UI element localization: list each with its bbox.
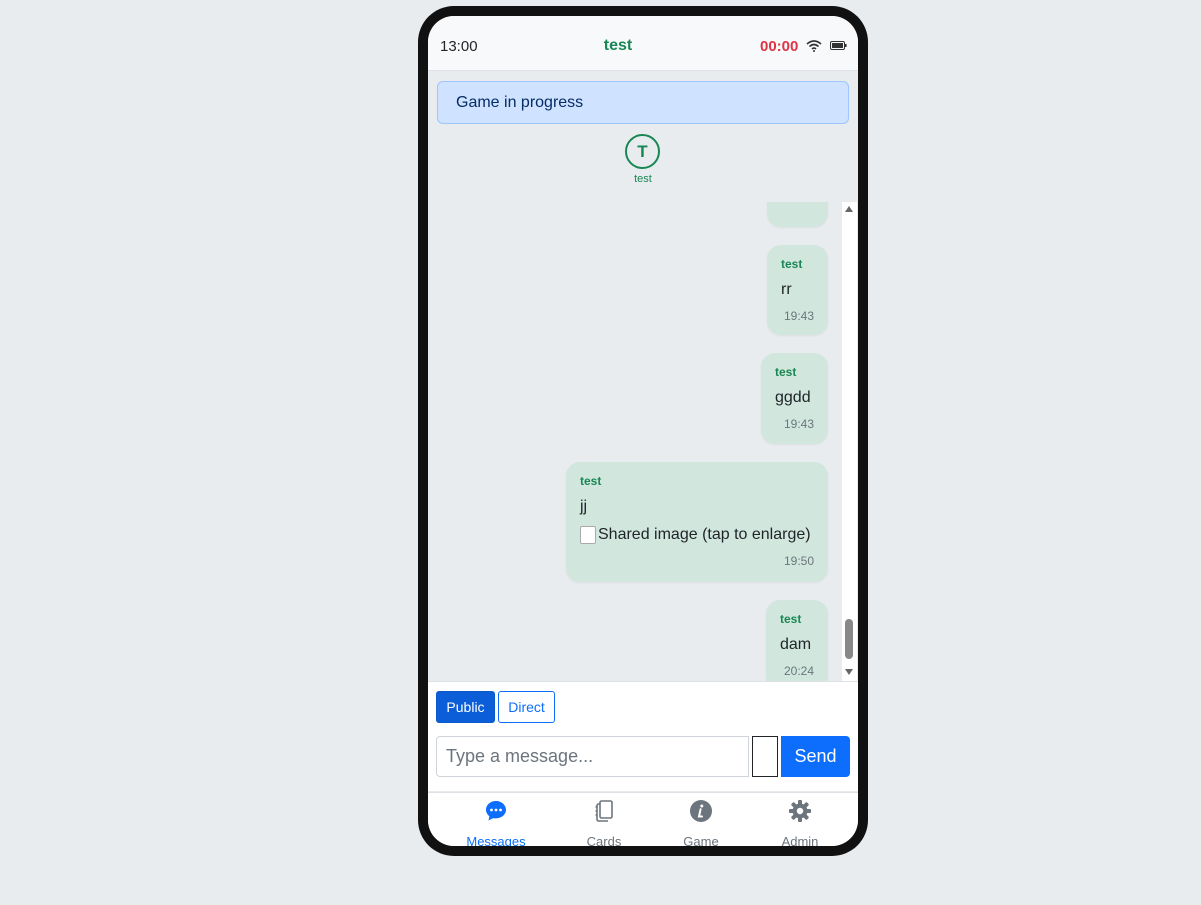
message-scrollbar[interactable] — [842, 202, 857, 681]
shared-image[interactable]: Shared image (tap to enlarge) — [580, 526, 814, 544]
nav-label: Messages — [466, 834, 526, 846]
message-text: jj — [580, 498, 588, 515]
nav-label: Admin — [781, 834, 819, 846]
nav-game[interactable]: Game — [656, 793, 746, 846]
game-title: test — [603, 37, 633, 54]
nav-messages[interactable]: Messages — [451, 793, 541, 846]
send-button[interactable]: Send — [781, 736, 850, 777]
message-bubble: test rr 19:43 — [767, 245, 828, 335]
message-sender: test — [780, 612, 802, 626]
game-timer: 00:00 — [760, 38, 799, 55]
bottom-nav: Messages Cards Game Admin — [428, 792, 858, 846]
message-bubble: test ggdd 19:43 — [761, 353, 828, 444]
message-bubble: test dam 20:24 — [766, 600, 828, 681]
gear-icon — [789, 800, 811, 822]
nav-admin[interactable]: Admin — [755, 793, 845, 846]
nav-label: Game — [683, 834, 719, 846]
battery-icon — [830, 41, 847, 50]
message-time: 20:24 — [783, 664, 814, 678]
broken-image-icon — [580, 526, 596, 544]
message-input[interactable] — [436, 736, 749, 777]
status-bar: 13:00 test 00:00 — [428, 16, 858, 71]
scroll-thumb[interactable] — [845, 619, 853, 659]
app-screen: 13:00 test 00:00 Game in progress T test… — [428, 16, 858, 846]
wifi-icon — [806, 40, 822, 52]
tab-direct[interactable]: Direct — [498, 691, 555, 723]
cards-icon — [595, 800, 613, 822]
tab-public[interactable]: Public — [436, 691, 495, 723]
participant-name: test — [634, 173, 652, 185]
game-status-banner: Game in progress — [437, 81, 849, 124]
scroll-down-arrow-icon[interactable] — [845, 669, 853, 675]
message-text: dam — [780, 636, 812, 653]
message-composer: Public Direct Send — [428, 681, 858, 791]
message-time: 19:43 — [783, 309, 814, 323]
message-sender: test — [775, 365, 797, 379]
message-list[interactable]: test rr 19:43 test ggdd 19:43 test jj Sh… — [428, 202, 858, 681]
chat-bubble-icon — [486, 801, 506, 821]
message-text: ggdd — [775, 389, 811, 406]
nav-cards[interactable]: Cards — [559, 793, 649, 846]
participant-avatar[interactable]: T — [625, 134, 660, 169]
attach-image-button[interactable] — [752, 736, 778, 777]
message-sender: test — [580, 474, 602, 488]
phone-frame: 13:00 test 00:00 Game in progress T test… — [418, 6, 868, 856]
message-bubble: test jj Shared image (tap to enlarge) 19… — [566, 462, 828, 582]
message-time: 19:50 — [783, 554, 814, 568]
message-time: 19:43 — [783, 417, 814, 431]
message-text: rr — [781, 281, 792, 298]
info-icon — [690, 800, 712, 822]
shared-image-alt: Shared image (tap to enlarge) — [598, 526, 811, 543]
message-sender: test — [781, 257, 803, 271]
scroll-up-arrow-icon[interactable] — [845, 206, 853, 212]
message-bubble-partial — [767, 202, 828, 227]
nav-label: Cards — [586, 834, 622, 846]
